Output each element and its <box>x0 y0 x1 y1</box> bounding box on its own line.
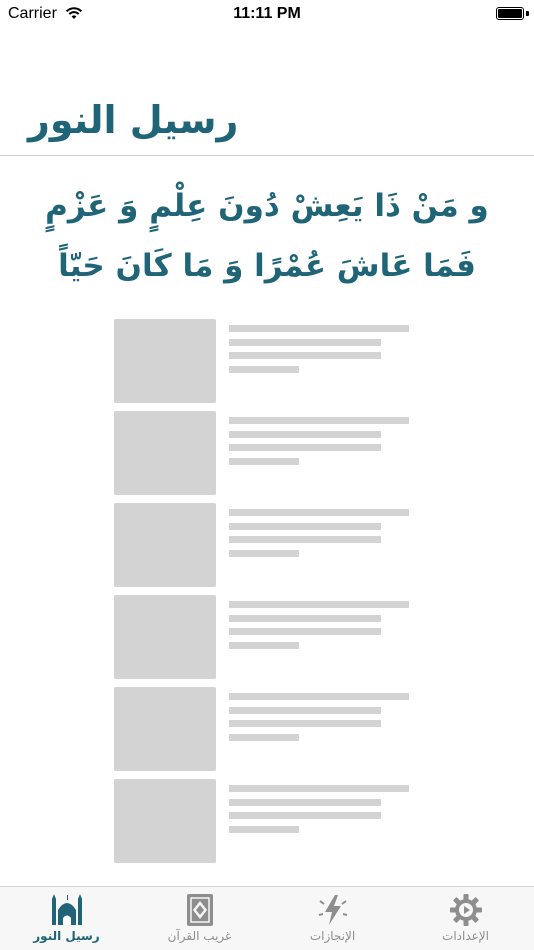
placeholder-text-line <box>229 550 299 557</box>
placeholder-row <box>114 411 414 495</box>
quran-book-icon <box>186 894 213 926</box>
tab-label: الإنجازات <box>309 929 356 943</box>
placeholder-row <box>114 687 414 771</box>
placeholder-text-line <box>229 444 381 451</box>
placeholder-text-line <box>229 693 409 700</box>
placeholder-row <box>114 319 414 403</box>
tab-rasil-alnoor[interactable]: رسيل النور <box>0 887 133 950</box>
placeholder-thumbnail <box>114 779 216 863</box>
header-divider <box>0 155 534 156</box>
placeholder-thumbnail <box>114 595 216 679</box>
placeholder-text-line <box>229 799 381 806</box>
placeholder-text-line <box>229 458 299 465</box>
placeholder-text-line <box>229 734 299 741</box>
placeholder-text-line <box>229 615 381 622</box>
placeholder-text-line <box>229 707 381 714</box>
poem-line-2: فَمَا عَاشَ عُمْرًا وَ مَا كَانَ حَيّاً <box>58 248 476 284</box>
placeholder-text-line <box>229 536 381 543</box>
status-bar: Carrier 11:11 PM <box>0 0 534 28</box>
placeholder-text-line <box>229 720 381 727</box>
placeholder-text-line <box>229 826 299 833</box>
placeholder-text-line <box>229 417 409 424</box>
tab-settings[interactable]: الإعدادات <box>399 887 532 950</box>
placeholder-thumbnail <box>114 503 216 587</box>
tab-label: رسيل النور <box>33 929 100 943</box>
placeholder-text-line <box>229 339 381 346</box>
placeholder-text-line <box>229 785 409 792</box>
placeholder-text-line <box>229 509 409 516</box>
tab-achievements[interactable]: الإنجازات <box>266 887 399 950</box>
placeholder-text-line <box>229 812 381 819</box>
battery-icon <box>496 7 524 20</box>
placeholder-text-line <box>229 628 381 635</box>
clock: 11:11 PM <box>233 5 301 22</box>
battery-cap <box>526 11 529 16</box>
placeholder-text-line <box>229 642 299 649</box>
gear-icon <box>449 894 482 926</box>
poem-line-1: و مَنْ ذَا يَعِشْ دُونَ عِلْمٍ وَ عَزْمٍ <box>45 188 489 224</box>
placeholder-row <box>114 779 414 863</box>
mosque-icon <box>51 894 82 925</box>
placeholder-text-line <box>229 352 381 359</box>
placeholder-text-line <box>229 325 409 332</box>
loading-placeholder-list <box>114 319 414 871</box>
placeholder-text-line <box>229 601 409 608</box>
placeholder-row <box>114 595 414 679</box>
placeholder-text-line <box>229 366 299 373</box>
battery-level <box>498 9 522 18</box>
placeholder-text-line <box>229 523 381 530</box>
placeholder-row <box>114 503 414 587</box>
tab-label: غريب القرآن <box>167 929 232 943</box>
tab-label: الإعدادات <box>442 929 489 943</box>
lightning-icon <box>318 895 347 925</box>
placeholder-thumbnail <box>114 319 216 403</box>
tab-bar: رسيل النور غريب القرآن الإنجازات الإعداد… <box>0 886 534 950</box>
placeholder-thumbnail <box>114 411 216 495</box>
placeholder-thumbnail <box>114 687 216 771</box>
page-title: رسيل النور <box>28 98 239 142</box>
placeholder-text-line <box>229 431 381 438</box>
tab-gharib-alquran[interactable]: غريب القرآن <box>133 887 266 950</box>
